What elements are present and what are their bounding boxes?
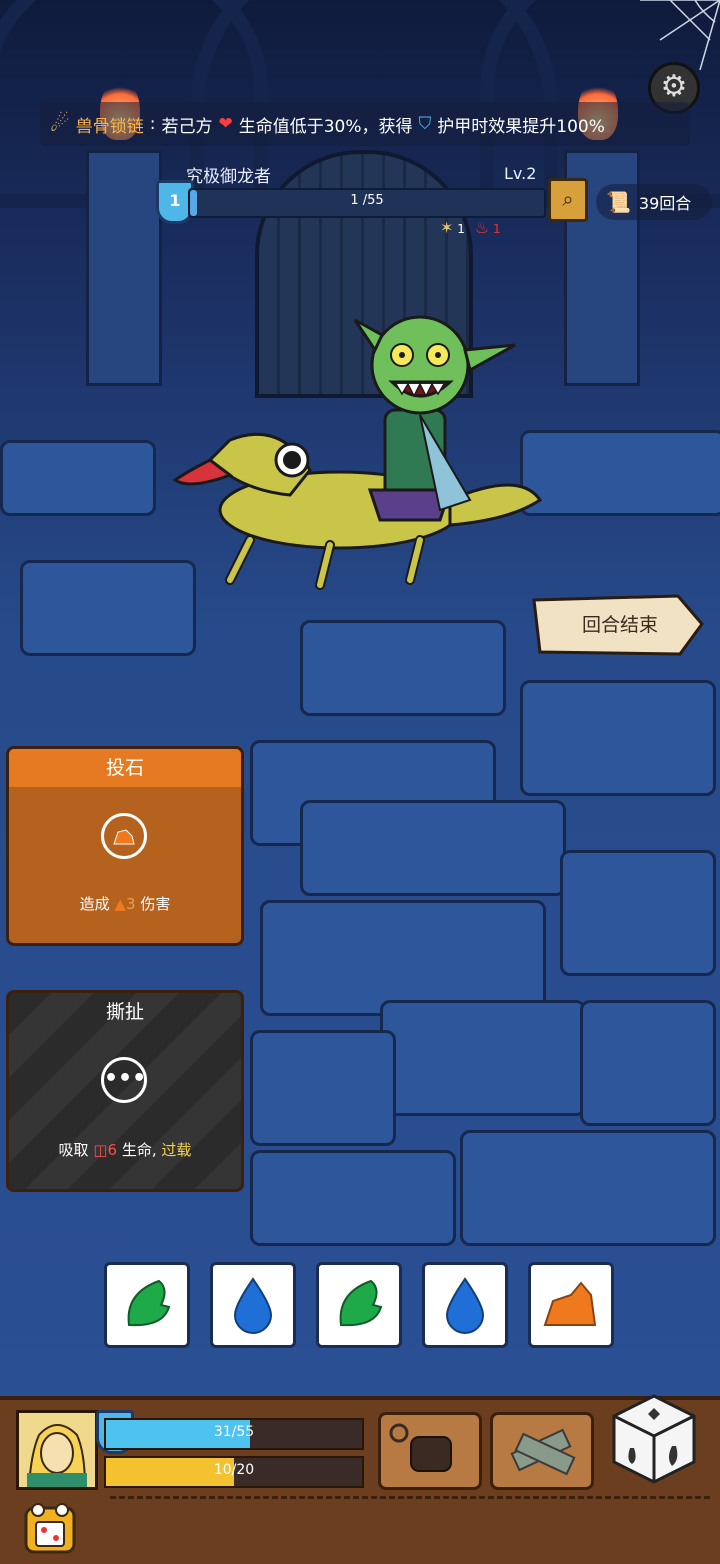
relic-effect-banner: ☄ 兽骨锁链: 若己方 ❤ 生命值低于30%，获得 ⛉ 护甲时效果提升100% xyxy=(40,102,690,146)
equipment-slot-gauntlet[interactable] xyxy=(378,1412,482,1490)
inspect-enemy-icon[interactable]: ⌕ xyxy=(548,178,588,222)
equipment-slot-bandage[interactable] xyxy=(490,1412,594,1490)
floor-stone xyxy=(250,1030,396,1146)
floor-stone xyxy=(580,1000,716,1126)
enemy-status-claw[interactable]: ✶ 1 xyxy=(440,218,465,237)
card-desc-prefix: 吸取 xyxy=(58,1141,89,1159)
rock-icon: ▲ xyxy=(114,895,126,913)
player-avatar[interactable] xyxy=(16,1410,98,1490)
enemy-status-rage-count: 1 xyxy=(493,222,501,236)
dice-bag-icon[interactable] xyxy=(20,1500,80,1554)
enemy-status-rage[interactable]: ♨ 1 xyxy=(475,218,501,237)
hero-portrait-icon xyxy=(19,1413,95,1488)
round-counter: 📜 39回合 xyxy=(596,184,712,220)
floor-stone xyxy=(300,800,566,896)
armor-shield-icon: ⛉ xyxy=(418,114,432,134)
gauntlet-icon xyxy=(389,1423,452,1472)
floor-stone xyxy=(520,430,720,516)
rock-icon xyxy=(113,829,135,845)
scroll-icon: 📜 xyxy=(606,190,631,214)
bandage-icon xyxy=(510,1428,576,1476)
enemy-goblin-lizard-rider[interactable] xyxy=(170,310,550,600)
water-drop-icon xyxy=(233,1277,273,1334)
floor-stone xyxy=(460,1130,716,1246)
enemy-level: Lv.2 xyxy=(504,164,537,183)
floor-stone xyxy=(300,620,506,716)
end-turn-label[interactable]: 回合结束 xyxy=(560,610,680,637)
die-leaf[interactable] xyxy=(316,1262,402,1348)
card-slot-circle xyxy=(101,813,147,859)
die-water[interactable] xyxy=(210,1262,296,1348)
player-energy-text: 10/20 xyxy=(213,1462,255,1478)
banner-text-2: 生命值低于30%，获得 xyxy=(238,116,413,137)
card-title: 投石 xyxy=(9,749,241,787)
card-description: 造成 ▲3 伤害 xyxy=(9,893,241,914)
bone-chain-icon: ☄ xyxy=(50,111,70,137)
card-description: 吸取 ◫6 生命, 过载 xyxy=(9,1139,241,1160)
enemy-status-claw-count: 1 xyxy=(457,222,465,236)
enemy-hp-bar: 1 /55 xyxy=(188,188,546,218)
floor-stone xyxy=(560,850,716,976)
floor-stone xyxy=(260,900,546,1016)
player-hp-bar: 31/55 xyxy=(104,1418,364,1450)
banner-text-3: 护甲时效果提升100% xyxy=(437,116,605,137)
die-rock[interactable] xyxy=(528,1262,614,1348)
player-hp-text: 31/55 xyxy=(213,1424,255,1440)
card-desc-suffix: 伤害 xyxy=(140,895,171,913)
floor-stone xyxy=(520,680,716,796)
skill-card-stone-throw[interactable]: 投石 造成 ▲3 伤害 xyxy=(6,746,244,946)
ellipsis-icon: ••• xyxy=(104,1066,147,1091)
player-energy-bar: 10/20 xyxy=(104,1456,364,1488)
relic-name: 兽骨锁链 xyxy=(75,116,144,137)
skill-card-tear[interactable]: 撕扯 ••• 吸取 ◫6 生命, 过载 xyxy=(6,990,244,1192)
card-desc-value: 3 xyxy=(126,895,136,913)
enemy-status-effects: ✶ 1 ♨ 1 xyxy=(440,218,501,237)
card-desc-keyword: 过载 xyxy=(161,1141,192,1159)
fang-icon: ◫ xyxy=(93,1141,108,1159)
leaf-icon xyxy=(127,1279,171,1327)
card-desc-value: 6 xyxy=(107,1141,118,1159)
round-counter-label: 39回合 xyxy=(638,194,692,213)
leaf-icon xyxy=(339,1279,383,1327)
banner-colon: : xyxy=(149,114,156,134)
pillar-left xyxy=(86,150,162,386)
panel-divider xyxy=(110,1496,710,1499)
floor-stone xyxy=(0,440,156,516)
reroll-dice-button[interactable] xyxy=(610,1392,698,1484)
spider-web-icon xyxy=(640,0,720,70)
floor-stone xyxy=(250,1150,456,1246)
enemy-name: 究极御龙者 xyxy=(186,167,271,187)
enemy-hp-text: 1 /55 xyxy=(350,193,384,208)
enemy-armor-value: 1 xyxy=(169,191,181,210)
die-water[interactable] xyxy=(422,1262,508,1348)
water-drop-icon xyxy=(445,1277,485,1334)
rage-icon: ♨ xyxy=(474,218,490,237)
heart-icon: ❤ xyxy=(218,114,233,134)
rock-icon xyxy=(543,1281,597,1326)
die-leaf[interactable] xyxy=(104,1262,190,1348)
card-title: 撕扯 xyxy=(105,1001,144,1023)
card-desc-mid: 生命, xyxy=(121,1141,157,1159)
card-desc-prefix: 造成 xyxy=(79,895,110,913)
claw-icon: ✶ xyxy=(440,218,454,237)
card-slot-circle: ••• xyxy=(101,1057,147,1103)
floor-stone xyxy=(380,1000,586,1116)
banner-text-1: 若己方 xyxy=(161,116,213,137)
